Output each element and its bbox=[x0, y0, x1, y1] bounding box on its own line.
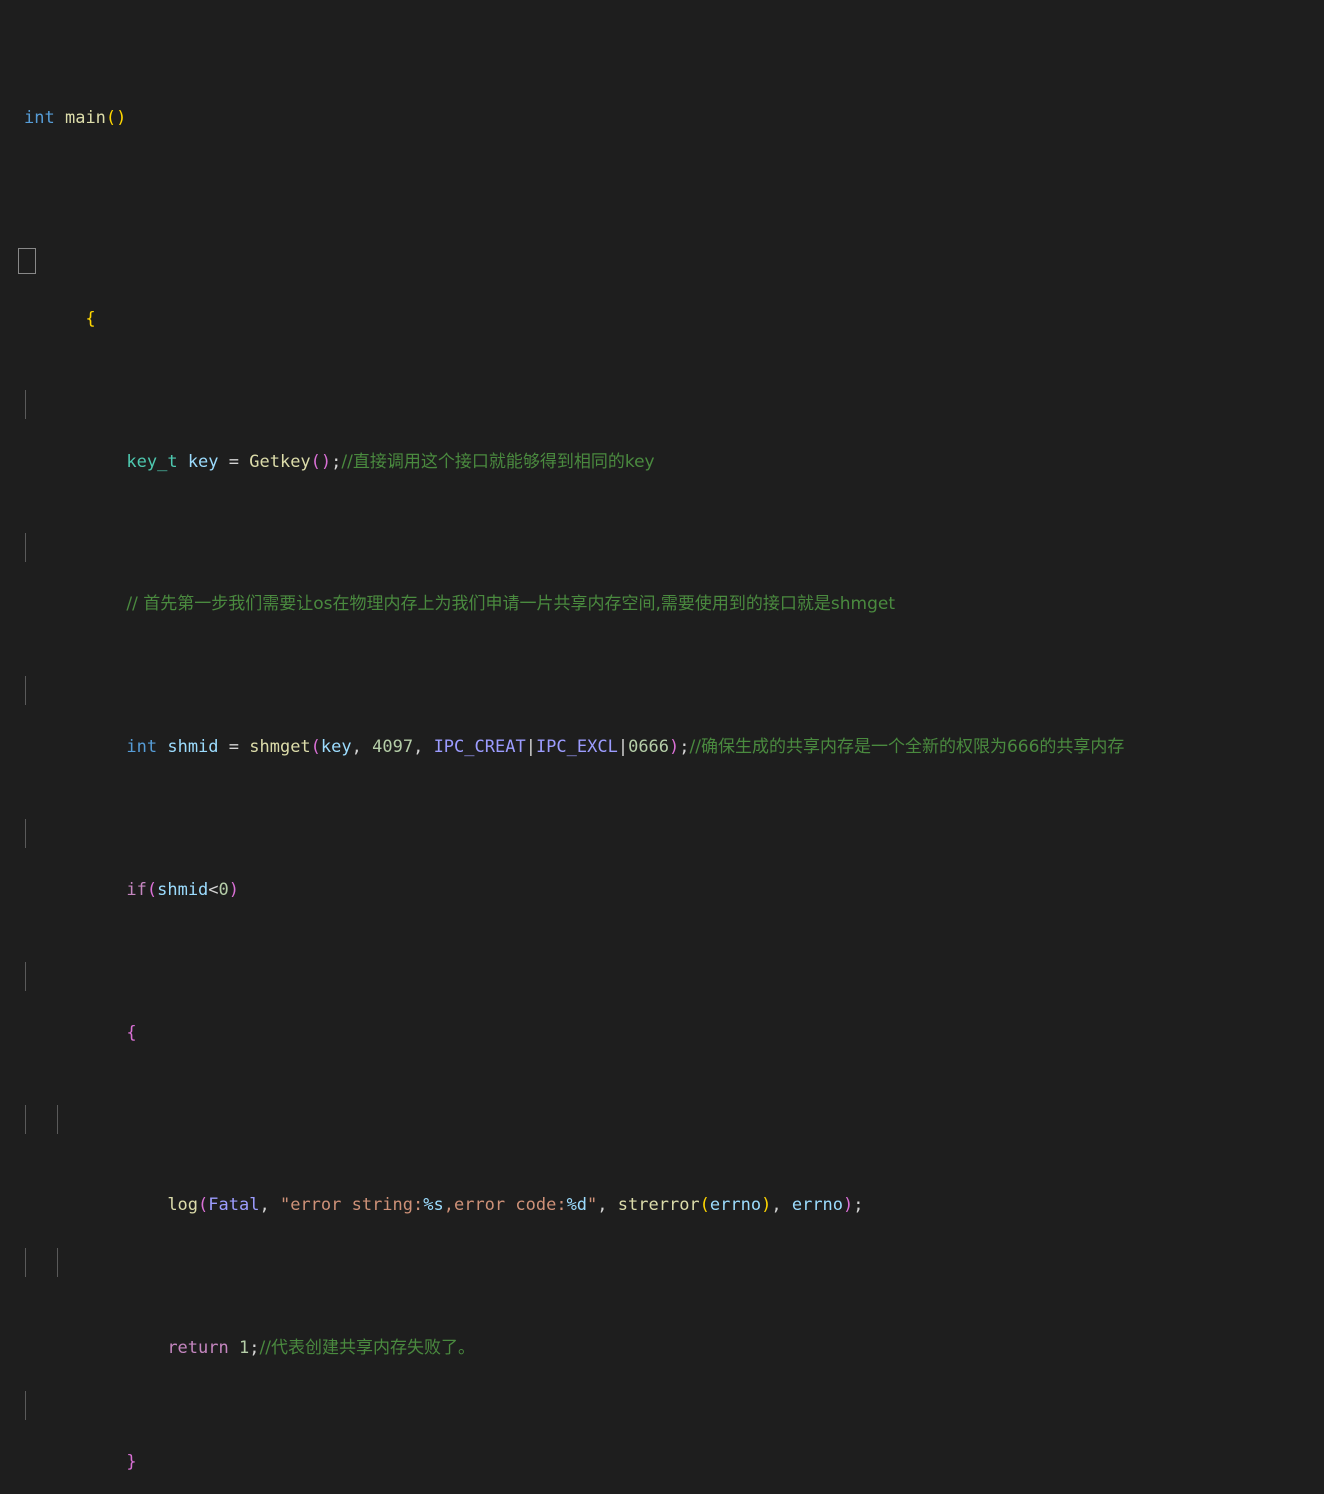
token-comment: //直接调用这个接口就能够得到相同的key bbox=[341, 451, 655, 472]
indent-guide bbox=[25, 390, 26, 419]
token-number: 4097 bbox=[372, 737, 414, 758]
code-line[interactable]: int shmid = shmget(key, 4097, IPC_CREAT|… bbox=[0, 676, 1324, 757]
token-keyword: if bbox=[126, 880, 147, 901]
token-variable: errno bbox=[709, 1194, 762, 1215]
token-comment: // 首先第一步我们需要让os在物理内存上为我们申请一片共享内存空间,需要使用到… bbox=[126, 594, 896, 615]
code-line[interactable]: } bbox=[0, 1391, 1324, 1472]
indent-guide bbox=[25, 676, 26, 705]
token-function: shmget bbox=[249, 737, 311, 758]
code-line[interactable]: return 1;//代表创建共享内存失败了。 bbox=[0, 1248, 1324, 1358]
indent-guide bbox=[57, 1248, 58, 1277]
token-type: key_t bbox=[126, 451, 178, 472]
token-variable: errno bbox=[791, 1194, 844, 1215]
code-line[interactable]: { bbox=[0, 962, 1324, 1043]
token-variable: shmid bbox=[167, 737, 219, 758]
code-line[interactable]: if(shmid<0) bbox=[0, 819, 1324, 900]
token-function: main bbox=[64, 108, 106, 129]
code-line[interactable]: int main() bbox=[0, 104, 1324, 133]
code-line[interactable]: key_t key = Getkey();//直接调用这个接口就能够得到相同的k… bbox=[0, 390, 1324, 472]
indent-guide bbox=[25, 1391, 26, 1420]
token-function: log bbox=[167, 1194, 199, 1215]
token-keyword: int bbox=[24, 108, 55, 129]
code-line[interactable]: { bbox=[0, 247, 1324, 329]
token-keyword: int bbox=[126, 737, 158, 758]
indent-guide bbox=[25, 533, 26, 562]
token-macro: IPC_CREAT bbox=[433, 737, 526, 758]
code-editor[interactable]: int main() { key_t key = Getkey();//直接调用… bbox=[0, 0, 1324, 1472]
indent-guide bbox=[57, 1105, 58, 1134]
token-comment: //代表创建共享内存失败了。 bbox=[259, 1337, 475, 1358]
token-string: "error string:%s,error code:%d" bbox=[279, 1194, 598, 1215]
token-variable: shmid bbox=[157, 880, 209, 901]
token-keyword: return bbox=[167, 1337, 229, 1358]
code-content[interactable]: int main() { key_t key = Getkey();//直接调用… bbox=[0, 0, 1324, 1494]
token-function: Getkey bbox=[249, 451, 311, 472]
token-number: 0 bbox=[218, 880, 229, 901]
token-variable: key bbox=[187, 451, 219, 472]
code-line[interactable]: // 首先第一步我们需要让os在物理内存上为我们申请一片共享内存空间,需要使用到… bbox=[0, 533, 1324, 614]
token-argument: Fatal bbox=[208, 1194, 260, 1215]
bracket-match-highlight bbox=[18, 248, 36, 275]
indent-guide bbox=[25, 819, 26, 848]
token-variable: key bbox=[320, 737, 352, 758]
token-number: 0666 bbox=[628, 737, 670, 758]
indent-guide bbox=[25, 962, 26, 991]
token-number: 1 bbox=[238, 1337, 250, 1358]
indent-guide bbox=[25, 1105, 26, 1134]
code-line[interactable]: log(Fatal, "error string:%s,error code:%… bbox=[0, 1105, 1324, 1215]
token-function: strerror bbox=[617, 1194, 700, 1215]
token-comment: //确保生成的共享内存是一个全新的权限为666的共享内存 bbox=[689, 737, 1125, 758]
token-macro: IPC_EXCL bbox=[535, 737, 618, 758]
indent-guide bbox=[25, 1248, 26, 1277]
